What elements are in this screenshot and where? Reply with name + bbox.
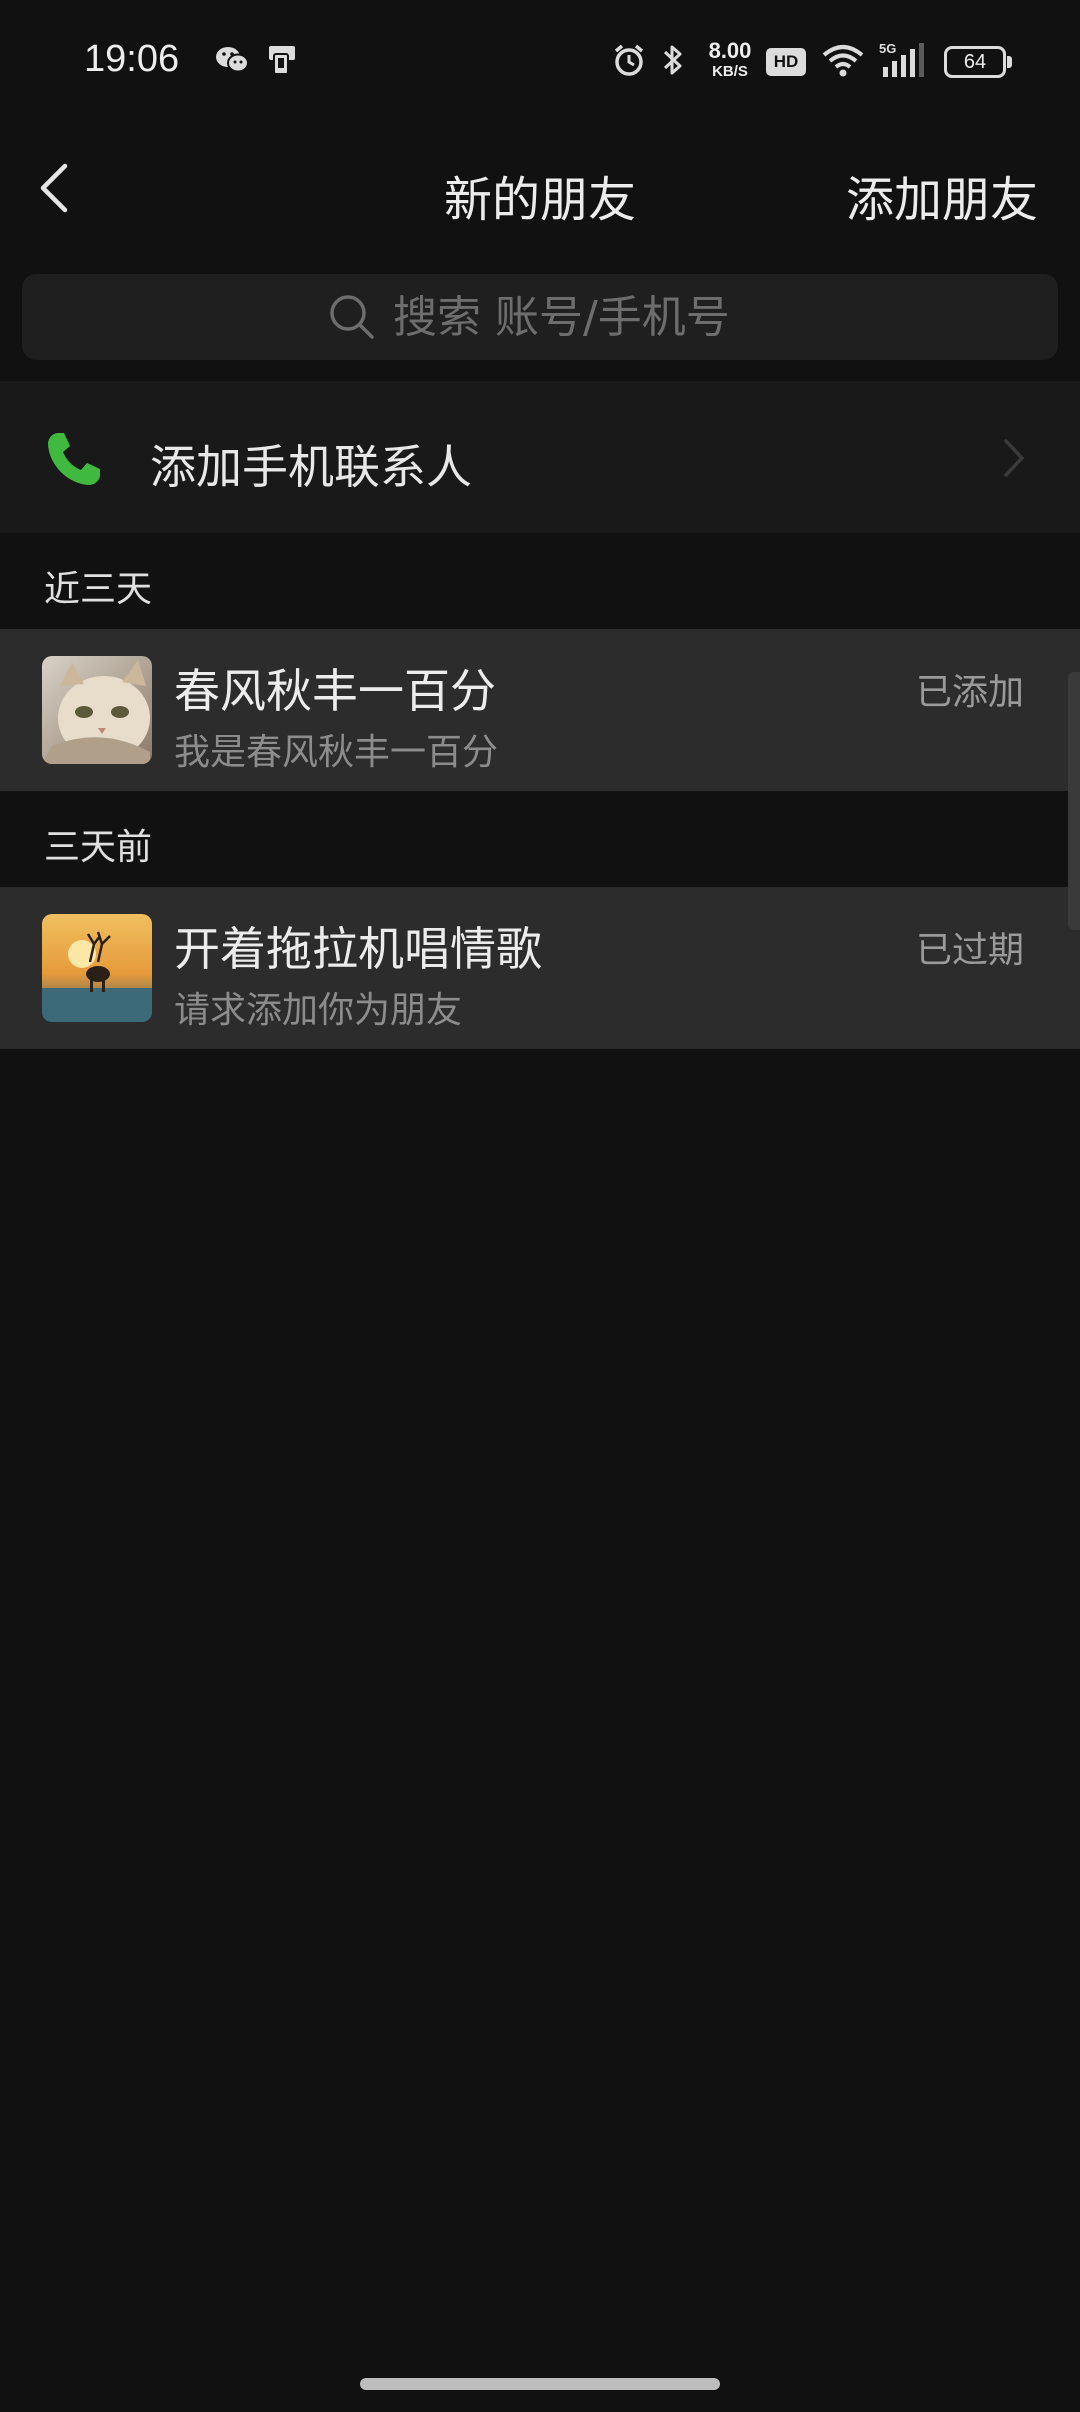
- battery-icon: 64: [944, 46, 1006, 78]
- avatar: [42, 914, 152, 1022]
- chevron-right-icon: [1000, 435, 1028, 481]
- friend-message: 我是春风秋丰一百分: [174, 732, 499, 773]
- add-phone-contacts-label: 添加手机联系人: [150, 440, 472, 494]
- bluetooth-icon: [656, 40, 690, 80]
- status-badge: 已添加: [915, 672, 1024, 713]
- friend-message: 请求添加你为朋友: [174, 990, 463, 1031]
- device-icon: [264, 40, 300, 80]
- section-header-recent: 近三天: [44, 569, 153, 610]
- friend-name: 开着拖拉机唱情歌: [174, 922, 542, 976]
- status-badge: 已过期: [915, 930, 1024, 971]
- alarm-icon: [610, 40, 648, 80]
- wechat-icon: [212, 40, 252, 80]
- battery-tip: [1007, 56, 1012, 68]
- friend-name: 春风秋丰一百分: [174, 664, 496, 718]
- phone-icon: [44, 429, 104, 489]
- section-header-older: 三天前: [44, 827, 153, 868]
- battery-level: 64: [963, 50, 987, 73]
- search-bar[interactable]: [22, 274, 1058, 360]
- status-bar: 19:06 8.00 KB/S HD 5G 64: [0, 0, 1080, 124]
- friend-request-row[interactable]: 春风秋丰一百分 我是春风秋丰一百分 已添加: [0, 629, 1080, 791]
- friend-request-row[interactable]: 开着拖拉机唱情歌 请求添加你为朋友 已过期: [0, 887, 1080, 1049]
- hd-icon: HD: [766, 48, 806, 76]
- scrollbar[interactable]: [1068, 672, 1080, 930]
- network-speed: 8.00 KB/S: [708, 38, 752, 80]
- cellular-icon: 5G: [876, 40, 928, 80]
- svg-text:5G: 5G: [879, 41, 896, 56]
- home-indicator[interactable]: [360, 2378, 720, 2390]
- add-phone-contacts-row[interactable]: 添加手机联系人: [0, 383, 1080, 533]
- status-time: 19:06: [84, 38, 180, 80]
- add-friend-button[interactable]: 添加朋友: [846, 160, 1038, 230]
- search-icon: [327, 291, 379, 343]
- wifi-icon: [820, 40, 866, 80]
- avatar: [42, 656, 152, 764]
- search-input[interactable]: [393, 291, 753, 343]
